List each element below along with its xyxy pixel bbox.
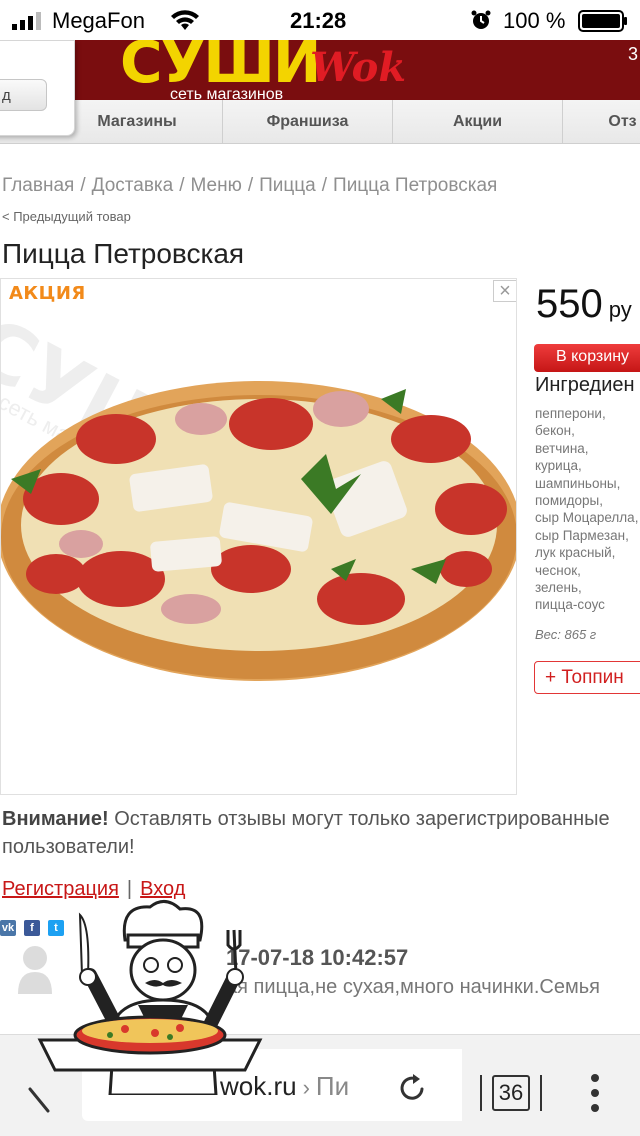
- site-logo[interactable]: СУШИ Wok сеть магазинов: [120, 40, 420, 100]
- header-phone[interactable]: 3: [628, 44, 638, 65]
- breadcrumb-current: Пицца Петровская: [333, 175, 498, 196]
- logo-subtitle: сеть магазинов: [170, 86, 284, 100]
- url-page: Пи: [315, 1071, 350, 1101]
- clock-time: 21:28: [290, 8, 347, 33]
- breadcrumb: Главная / Доставка / Меню / Пицца / Пицца Петров…: [2, 175, 497, 197]
- carrier-name: MegaFon: [52, 8, 145, 33]
- tabs-button[interactable]: 36: [492, 1075, 530, 1111]
- notice-warning-label: Внимание!: [2, 808, 109, 830]
- breadcrumb-menu[interactable]: Меню: [191, 175, 242, 196]
- nav-item-promotions[interactable]: Акции: [392, 100, 562, 144]
- nav-item-reviews[interactable]: Отз: [562, 100, 640, 144]
- battery-icon: [578, 10, 627, 32]
- ingredient-item: пепперони,: [535, 406, 606, 421]
- product-image[interactable]: СУШИ сеть ма: [0, 278, 517, 795]
- ingredient-item: шампиньоны,: [535, 475, 621, 491]
- nav-item-franchise[interactable]: Франшиза: [222, 100, 392, 144]
- battery-percent: 100 %: [503, 8, 566, 33]
- logo-wok-text: Wok: [310, 44, 407, 91]
- site-header: СУШИ Wok сеть магазинов 3: [0, 40, 640, 100]
- city-select-button[interactable]: д: [0, 79, 47, 111]
- product-price: 550 ру: [536, 282, 632, 327]
- review-text: ая пицца,не сухая,много начинки.Семья: [226, 976, 600, 998]
- ingredients-list: пепперони, бекон, ветчина, курица, шампи…: [535, 405, 640, 614]
- reload-icon[interactable]: [398, 1071, 428, 1103]
- close-icon[interactable]: ×: [493, 280, 516, 302]
- status-bar: MegaFon 21:28 100 %: [0, 0, 640, 40]
- breadcrumb-separator: /: [247, 175, 254, 196]
- chef-mascot-icon: [37, 900, 263, 1095]
- ingredient-item: пицца-соус: [535, 597, 605, 613]
- ingredient-item: бекон,: [535, 423, 575, 439]
- tabs-divider-right: [540, 1075, 542, 1111]
- breadcrumb-pizza[interactable]: Пицца: [259, 175, 316, 196]
- pizza-photo: [1, 381, 516, 681]
- city-dropdown-panel: д: [0, 40, 75, 136]
- ingredient-item: зелень,: [535, 580, 582, 596]
- ingredient-item: лук красный,: [535, 545, 616, 561]
- add-to-cart-button[interactable]: В корзину: [534, 344, 640, 372]
- ingredient-item: сыр Моцарелла,: [535, 510, 639, 526]
- signal-icon: [12, 12, 41, 30]
- nav-item-stores[interactable]: Магазины: [52, 100, 222, 144]
- ingredient-item: ветчина,: [535, 440, 589, 456]
- vk-icon[interactable]: vk: [0, 920, 16, 936]
- ingredient-item: чеснок,: [535, 562, 581, 578]
- tabs-divider-left: [480, 1075, 482, 1111]
- wifi-icon: [171, 10, 199, 30]
- price-unit: ру: [608, 297, 632, 322]
- url-separator: ›: [302, 1075, 310, 1100]
- breadcrumb-delivery[interactable]: Доставка: [92, 175, 174, 196]
- breadcrumb-separator: /: [179, 175, 185, 196]
- breadcrumb-separator: /: [321, 175, 328, 196]
- ingredient-item: помидоры,: [535, 493, 603, 509]
- add-topping-button[interactable]: + Топпин: [534, 661, 640, 694]
- ingredient-item: сыр Пармезан,: [535, 527, 629, 543]
- breadcrumb-separator: /: [80, 175, 86, 196]
- alarm-icon: [471, 10, 491, 29]
- address-bar-tail: [440, 1049, 462, 1121]
- price-value: 550: [536, 282, 603, 326]
- product-weight: Вес: 865 г: [535, 627, 597, 642]
- screen: MegaFon 21:28 100 % СУШИ Wok сеть магази…: [0, 0, 640, 1136]
- breadcrumb-home[interactable]: Главная: [2, 175, 74, 196]
- main-nav: Магазины Франшиза Акции Отз: [0, 100, 640, 144]
- page-title: Пицца Петровская: [2, 238, 245, 269]
- sale-badge: АКЦИЯ: [9, 283, 86, 304]
- ingredient-item: курица,: [535, 458, 582, 474]
- ingredients-title: Ингредиен: [535, 374, 635, 396]
- more-menu-icon[interactable]: [590, 1073, 600, 1113]
- previous-product-link[interactable]: < Предыдущий товар: [2, 209, 131, 224]
- review-notice: Внимание! Оставлять отзывы могут только …: [2, 805, 640, 861]
